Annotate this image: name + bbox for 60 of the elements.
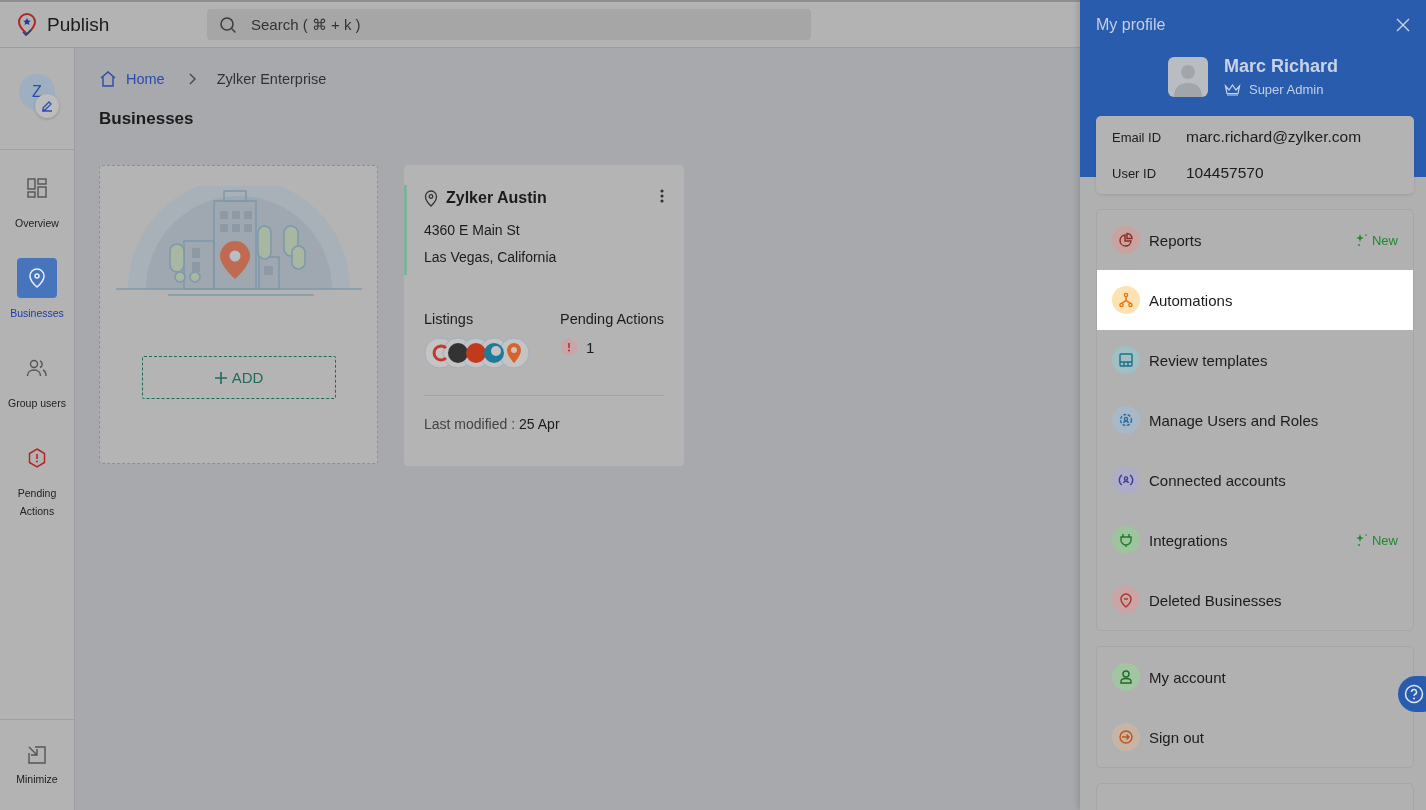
more-options-icon[interactable] <box>660 189 664 203</box>
menu-item[interactable]: Sign out <box>1097 707 1397 767</box>
menu-item[interactable]: Reports New <box>1097 210 1413 270</box>
field-label: Email ID <box>1112 129 1163 145</box>
menu-item[interactable]: Automations <box>1097 270 1413 330</box>
menu-item[interactable]: Review templates <box>1097 330 1413 390</box>
users-icon <box>26 358 48 378</box>
reports-icon <box>1112 226 1140 254</box>
sidebar-item[interactable]: Overview <box>2 168 72 258</box>
panel-title: My profile <box>1096 16 1166 34</box>
templates-icon <box>1112 346 1140 374</box>
sidebar-item[interactable]: Businesses <box>2 258 72 348</box>
business-name: Zylker Austin <box>446 189 548 207</box>
app-name: Publish <box>47 13 110 36</box>
location-pin-icon <box>424 189 438 207</box>
automations-icon <box>1112 286 1140 314</box>
chevron-right-icon <box>187 72 196 85</box>
listings-label: Listings <box>424 311 475 327</box>
search-field[interactable]: Search ( ⌘ + k ) <box>207 9 811 40</box>
location-pin-icon <box>27 267 47 289</box>
user-role: Super Admin <box>1248 82 1324 97</box>
home-icon <box>99 70 117 87</box>
crown-icon <box>1223 83 1241 96</box>
business-card[interactable]: Zylker Austin 4360 E Main St Las Vegas, California Listings Pending Actions 1 Last modified : 25 Apr <box>404 165 684 466</box>
new-badge: New <box>1356 232 1398 248</box>
sidebar-item[interactable]: Pending Actions <box>2 438 72 528</box>
field-value: marc.richard@zylker.com <box>1186 128 1362 146</box>
warning-hexagon-icon <box>27 447 47 469</box>
deleted-icon <box>1112 586 1140 614</box>
pending-count: 1 <box>586 338 595 356</box>
menu-item[interactable]: Integrations New <box>1097 510 1413 570</box>
integrations-icon <box>1112 526 1140 554</box>
close-icon[interactable] <box>1396 18 1410 32</box>
account-icon <box>1112 663 1140 691</box>
minimize-icon <box>27 745 47 765</box>
dashboard-icon <box>26 177 48 199</box>
address-line: 4360 E Main St <box>424 221 521 240</box>
last-modified-label: Last modified : <box>424 416 516 432</box>
sidebar-item[interactable]: Group users <box>2 348 72 438</box>
user-name: Marc Richard <box>1223 56 1338 77</box>
breadcrumb-current: Zylker Enterprise <box>216 70 327 87</box>
avatar-silhouette <box>1167 56 1208 97</box>
warning-hexagon-icon <box>560 337 578 357</box>
field-value: 104457570 <box>1186 164 1264 182</box>
menu-item[interactable]: Manage Users and Roles <box>1097 390 1413 450</box>
page-title: Businesses <box>99 109 195 129</box>
pending-actions-label: Pending Actions <box>560 311 664 327</box>
signout-icon <box>1112 723 1140 751</box>
app-logo-icon <box>16 11 38 38</box>
new-badge: New <box>1356 532 1398 548</box>
menu-item[interactable]: Deleted Businesses <box>1097 570 1413 630</box>
menu-item[interactable]: Connected accounts <box>1097 450 1413 510</box>
roles-icon <box>1112 406 1140 434</box>
connected-icon <box>1112 466 1140 494</box>
last-modified-date: 25 Apr <box>519 416 560 432</box>
plus-icon <box>213 370 228 385</box>
address-line: Las Vegas, California <box>424 248 558 267</box>
menu-item[interactable]: My account <box>1097 647 1397 707</box>
minimize-button[interactable]: Minimize <box>0 719 74 810</box>
field-label: User ID <box>1112 165 1158 181</box>
